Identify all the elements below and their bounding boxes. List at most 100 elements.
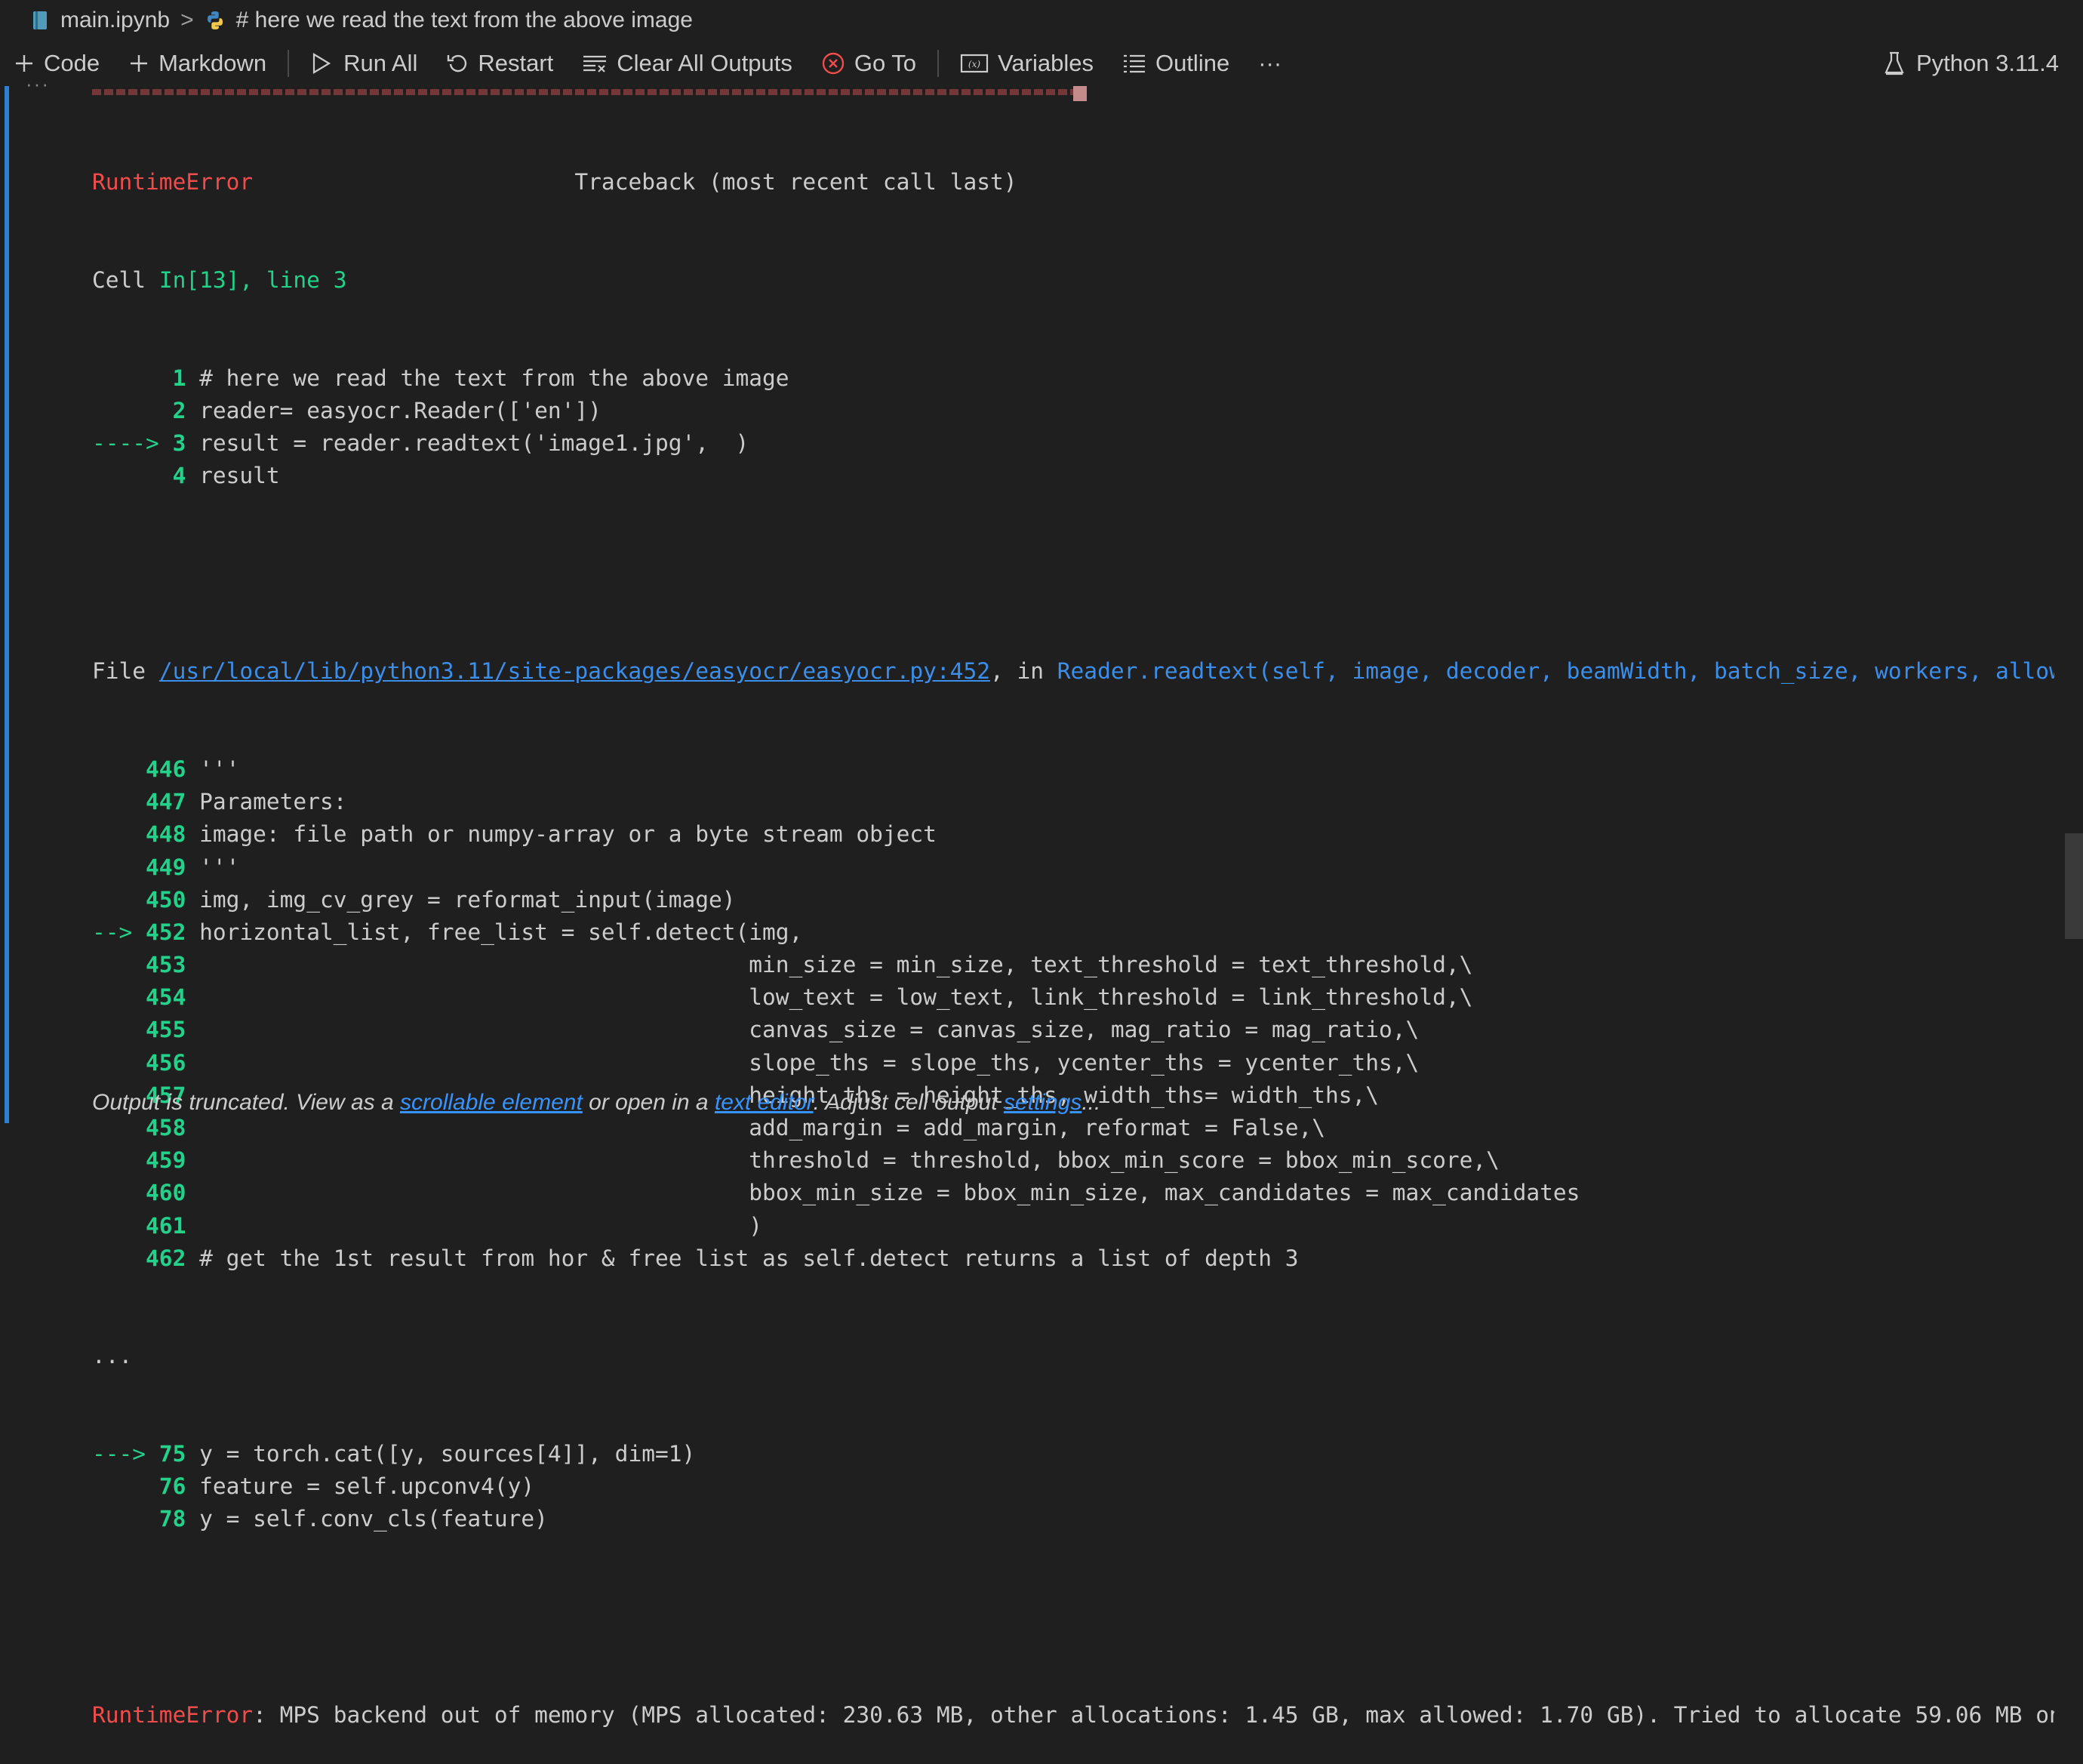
add-markdown-button[interactable]: Markdown — [128, 50, 266, 77]
clear-outputs-icon — [583, 55, 607, 72]
traceback-dashed-rule — [92, 89, 1073, 95]
code-line: 448 image: file path or numpy-array or a… — [92, 818, 2054, 851]
go-to-button[interactable]: Go To — [821, 50, 916, 77]
breadcrumb-file[interactable]: main.ipynb — [60, 8, 170, 33]
current-line-arrow: ---> — [92, 1440, 159, 1467]
line-number: 3 — [172, 429, 186, 456]
code-text: Parameters: — [199, 789, 347, 815]
code-text: horizontal_list, free_list = self.detect… — [199, 919, 803, 945]
toolbar-divider — [937, 50, 940, 77]
line-number: 1 — [172, 365, 186, 391]
kernel-picker[interactable]: Python 3.11.4 — [1883, 41, 2059, 86]
final-error-type: RuntimeError — [92, 1701, 254, 1728]
current-line-arrow: ----> — [92, 429, 173, 456]
code-line: 459 threshold = threshold, bbox_min_scor… — [92, 1144, 2054, 1177]
cell-code-lines: 1 # here we read the text from the above… — [92, 362, 2054, 493]
add-markdown-label: Markdown — [158, 50, 267, 76]
code-text: # here we read the text from the above i… — [199, 365, 789, 391]
code-line: 454 low_text = low_text, link_threshold … — [92, 981, 2054, 1014]
notebook-file-icon — [33, 11, 47, 29]
svg-text:(x): (x) — [968, 59, 980, 69]
clear-all-outputs-label: Clear All Outputs — [617, 50, 792, 76]
code-line: 453 min_size = min_size, text_threshold … — [92, 949, 2054, 981]
outline-list-icon — [1123, 54, 1145, 73]
code-text: min_size = min_size, text_threshold = te… — [199, 952, 1473, 978]
line-number: 78 — [158, 1506, 186, 1532]
run-all-button[interactable]: Run All — [310, 50, 417, 77]
line-number: 460 — [146, 1180, 186, 1206]
toolbar-divider — [288, 50, 290, 77]
text-editor-link[interactable]: text editor — [715, 1090, 814, 1115]
cell-focus-bar[interactable] — [5, 86, 9, 1123]
line-number: 462 — [146, 1245, 186, 1271]
more-actions-button[interactable]: ··· — [1258, 50, 1281, 77]
code-line: 76 feature = self.upconv4(y) — [92, 1470, 2054, 1503]
line-number: 75 — [158, 1440, 186, 1467]
line-number: 458 — [146, 1115, 186, 1141]
variables-button[interactable]: (x) Variables — [960, 50, 1094, 77]
code-line: 4 result — [92, 460, 2054, 492]
variables-label: Variables — [998, 50, 1094, 76]
line-number: 449 — [146, 854, 186, 880]
code-line: 449 ''' — [92, 851, 2054, 884]
code-text: low_text = low_text, link_threshold = li… — [199, 984, 1473, 1011]
breadcrumb-separator: > — [180, 8, 194, 32]
current-line-arrow: --> — [92, 919, 146, 945]
plus-icon — [16, 55, 32, 72]
python-icon — [207, 11, 223, 29]
code-text: slope_ths = slope_ths, ycenter_ths = yce… — [199, 1049, 1420, 1076]
truncation-notice: Output is truncated. View as a scrollabl… — [92, 1090, 1101, 1115]
code-text: ''' — [199, 756, 240, 782]
code-line: 447 Parameters: — [92, 786, 2054, 818]
clear-all-outputs-button[interactable]: Clear All Outputs — [582, 50, 792, 77]
variables-icon: (x) — [960, 54, 989, 73]
run-all-label: Run All — [343, 50, 418, 76]
cell-output: RuntimeError Traceback (most recent call… — [92, 101, 2054, 1764]
code-line: 1 # here we read the text from the above… — [92, 362, 2054, 395]
function-signature: Reader.readtext(self, image, decoder, be… — [1057, 658, 2054, 685]
code-line: 450 img, img_cv_grey = reformat_input(im… — [92, 884, 2054, 916]
settings-link[interactable]: settings — [1004, 1090, 1081, 1115]
line-number: 447 — [146, 789, 186, 815]
line-number: 454 — [146, 984, 186, 1011]
code-text: reader= easyocr.Reader(['en']) — [199, 397, 602, 423]
restart-button[interactable]: Restart — [446, 50, 553, 77]
add-code-label: Code — [44, 50, 100, 76]
scroll-marker — [1073, 86, 1087, 101]
code-text: image: file path or numpy-array or a byt… — [199, 821, 937, 848]
outline-button[interactable]: Outline — [1122, 50, 1229, 77]
line-number: 452 — [146, 919, 186, 945]
traceback-header: RuntimeError Traceback (most recent call… — [92, 166, 2054, 199]
tail-code-lines: ---> 75 y = torch.cat([y, sources[4]], d… — [92, 1438, 2054, 1536]
code-text: result = reader.readtext('image1.jpg', ) — [199, 429, 749, 456]
output-more-icon[interactable]: ··· — [26, 72, 50, 96]
breadcrumb-cell[interactable]: # here we read the text from the above i… — [236, 8, 693, 33]
code-text: # get the 1st result from hor & free lis… — [199, 1245, 1299, 1271]
scrollable-element-link[interactable]: scrollable element — [400, 1090, 583, 1115]
code-line: 456 slope_ths = slope_ths, ycenter_ths =… — [92, 1047, 2054, 1079]
scrollbar-thumb[interactable] — [2065, 833, 2083, 939]
plus-icon — [131, 55, 148, 72]
final-error-message: : MPS backend out of memory (MPS allocat… — [253, 1701, 2054, 1728]
code-text: y = self.conv_cls(feature) — [199, 1506, 548, 1532]
cell-ref-link[interactable]: In[13], line 3 — [159, 267, 347, 293]
file-code-lines: 446 ''' 447 Parameters: 448 image: file … — [92, 753, 2054, 1275]
go-to-label: Go To — [854, 50, 917, 76]
restart-icon — [448, 54, 467, 72]
line-number: 455 — [146, 1017, 186, 1043]
code-line: 446 ''' — [92, 753, 2054, 786]
notebook-toolbar: Code Markdown Run All Restart Clear All … — [0, 41, 2083, 86]
line-number: 4 — [172, 463, 186, 489]
code-line: 460 bbox_min_size = bbox_min_size, max_c… — [92, 1177, 2054, 1209]
code-text: ) — [199, 1212, 763, 1239]
code-text: img, img_cv_grey = reformat_input(image) — [199, 886, 736, 913]
file-path-link[interactable]: /usr/local/lib/python3.11/site-packages/… — [159, 658, 990, 684]
code-line: 78 y = self.conv_cls(feature) — [92, 1503, 2054, 1535]
code-text: threshold = threshold, bbox_min_score = … — [199, 1147, 1500, 1174]
line-number: 456 — [146, 1049, 186, 1076]
code-line: ----> 3 result = reader.readtext('image1… — [92, 427, 2054, 460]
ellipsis-line: ... — [92, 1343, 133, 1369]
error-type: RuntimeError — [92, 169, 254, 195]
code-text: ''' — [199, 854, 240, 880]
code-line: --> 452 horizontal_list, free_list = sel… — [92, 916, 2054, 949]
